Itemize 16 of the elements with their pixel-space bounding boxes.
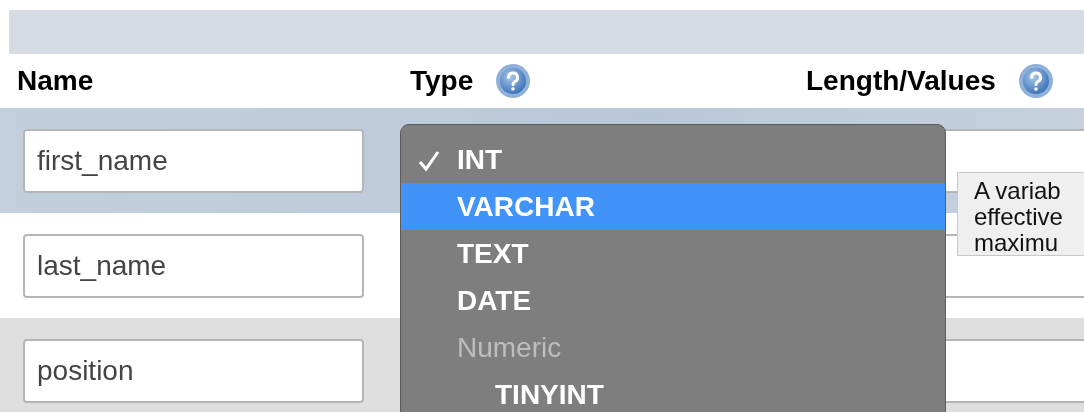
menu-item[interactable]: INT <box>401 136 945 183</box>
menu-item[interactable]: TEXT <box>401 230 945 277</box>
menu-item[interactable]: VARCHAR <box>401 183 945 230</box>
checkmark-icon <box>417 149 441 173</box>
column-header: Name <box>17 65 94 97</box>
group-label: Numeric <box>457 331 562 364</box>
column-header: Length/Values <box>806 65 996 97</box>
input-field[interactable]: last_name <box>23 233 364 298</box>
tooltip: A variab effective maximu <box>957 172 1084 256</box>
input-field[interactable]: position <box>23 338 364 403</box>
menu-item[interactable]: DATE <box>401 277 945 324</box>
column-header: Type <box>410 65 474 97</box>
input-field[interactable]: first_name <box>23 128 364 193</box>
help-icon[interactable] <box>1017 63 1054 99</box>
help-icon[interactable] <box>495 63 532 99</box>
menu-item[interactable]: TINYINT <box>401 371 945 412</box>
